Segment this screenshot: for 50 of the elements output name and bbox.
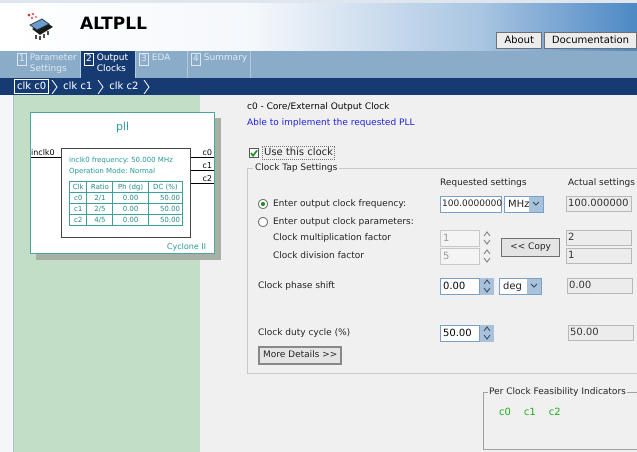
radio-button[interactable] <box>258 199 268 209</box>
clock-breadcrumb[interactable]: clk c2 <box>106 79 142 94</box>
column-header: Actual settings <box>568 177 635 189</box>
unit-dropdown[interactable]: MHz <box>504 196 544 212</box>
output-port-label: c2 <box>202 174 213 182</box>
use-clock-checkbox[interactable] <box>249 148 259 158</box>
chevron-right-icon <box>97 80 104 94</box>
about-button[interactable]: About <box>496 32 542 49</box>
more-details-button[interactable]: More Details >> <box>258 346 342 365</box>
clock-breadcrumb[interactable]: clk c1 <box>60 79 96 94</box>
window-title: ALTPLL <box>80 13 147 36</box>
wizard-tab[interactable]: 2 Output Clocks <box>81 51 136 78</box>
chevron-down-icon <box>530 283 538 289</box>
actual-value-field: 0.00 <box>567 278 633 294</box>
column-header: Requested settings <box>440 177 528 189</box>
field-label: Clock division factor <box>272 250 365 262</box>
device-label: Cyclone II <box>166 240 207 252</box>
output-port-label: c1 <box>202 160 213 170</box>
copy-button[interactable]: << Copy <box>501 238 560 256</box>
chevron-right-icon <box>143 80 150 94</box>
phase-field[interactable]: 0.00 <box>440 278 480 294</box>
clock-indicator: c1 <box>524 407 536 419</box>
actual-value-field: 50.00 <box>568 325 634 341</box>
documentation-button[interactable]: Documentation <box>544 32 637 49</box>
chevron-right-icon <box>51 80 58 94</box>
checkbox-label: Use this clock <box>262 146 335 160</box>
spin-arrows-icon[interactable] <box>480 278 494 294</box>
radio-label: Enter output clock frequency: <box>273 198 406 210</box>
input-port-label: inclk0 <box>31 148 56 156</box>
clock-heading: c0 - Core/External Output Clock <box>247 101 390 113</box>
clock-breadcrumb[interactable]: clk c0 <box>14 79 50 94</box>
group-title: Clock Tap Settings <box>253 162 340 174</box>
group-title: Per Clock Feasibility Indicators <box>488 386 627 398</box>
clock-indicator: c2 <box>548 407 561 419</box>
field-label: Clock phase shift <box>258 280 336 292</box>
chevron-down-icon <box>532 201 540 207</box>
unit-dropdown[interactable]: deg <box>499 278 542 294</box>
field-label: Clock duty cycle (%) <box>258 327 352 339</box>
spin-arrows-icon[interactable] <box>480 324 494 342</box>
clock-indicator: c0 <box>499 407 511 419</box>
actual-value-field: 100.000000 <box>566 196 632 212</box>
block-title: pll <box>114 119 130 135</box>
radio-label: Enter output clock parameters: <box>273 216 414 228</box>
field-label: Clock multiplication factor <box>272 232 392 244</box>
actual-value-field: 1 <box>566 248 632 264</box>
radio-button[interactable] <box>258 217 268 227</box>
status-text: Able to implement the requested PLL <box>247 117 416 129</box>
actual-value-field: 2 <box>566 230 632 246</box>
output-port-label: c0 <box>202 148 213 156</box>
duty-cycle-field[interactable]: 50.00 <box>440 324 480 342</box>
